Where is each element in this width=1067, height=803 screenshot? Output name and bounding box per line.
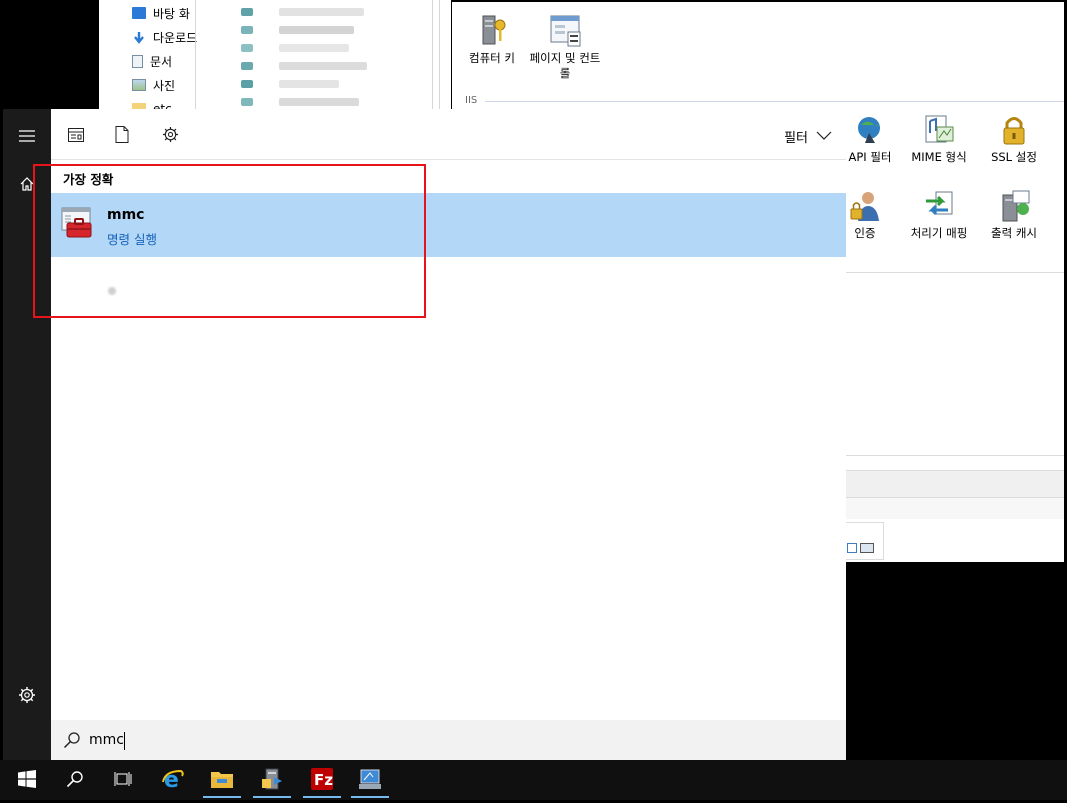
pane-divider <box>439 0 440 112</box>
nav-item-label: 바탕 화 <box>153 6 190 21</box>
obscured-file-icon <box>241 44 253 52</box>
feature-handler-mappings[interactable]: 처리기 매핑 <box>899 189 979 241</box>
search-input[interactable] <box>89 728 789 752</box>
document-icon <box>115 126 129 146</box>
feature-label: MIME 형식 <box>911 150 967 164</box>
task-view-button[interactable] <box>99 760 147 800</box>
isapi-filter-icon <box>853 113 887 147</box>
feature-label: 컴퓨터 키 <box>469 51 515 65</box>
obscured-file-name <box>279 80 339 88</box>
taskbar-server-manager[interactable] <box>248 760 296 800</box>
task-view-icon <box>114 771 132 790</box>
filter-dropdown[interactable]: 필터 <box>784 125 832 147</box>
content-view-icon[interactable] <box>860 543 874 553</box>
nav-item-desktop[interactable]: 바탕 화 <box>132 3 190 23</box>
feature-mime-types[interactable]: MIME 형식 <box>899 113 979 165</box>
search-icon <box>63 731 81 749</box>
chevron-down-icon <box>816 129 832 144</box>
feature-label: 출력 캐시 <box>991 226 1037 240</box>
windows-logo-icon <box>18 769 36 791</box>
feature-output-caching[interactable]: 출력 캐시 <box>974 189 1054 241</box>
handler-mappings-icon <box>922 189 956 223</box>
download-arrow-icon <box>132 31 146 44</box>
documents-scope-button[interactable] <box>111 125 133 147</box>
folder-icon <box>210 769 234 792</box>
annotation-highlight-box <box>33 164 426 318</box>
settings-button[interactable] <box>3 674 51 718</box>
active-indicator <box>253 796 291 798</box>
obscured-file-icon <box>241 8 253 16</box>
home-icon <box>20 176 34 194</box>
obscured-file-name <box>279 98 359 106</box>
start-button[interactable] <box>3 760 51 800</box>
results-header: 필터 <box>51 109 846 160</box>
mime-types-icon <box>922 113 956 147</box>
nav-item-downloads[interactable]: 다운로드 <box>132 27 197 47</box>
nav-item-label: 문서 <box>150 54 173 69</box>
group-label-iis: IIS <box>465 95 478 106</box>
settings-scope-button[interactable] <box>159 125 181 147</box>
authentication-icon <box>848 189 882 223</box>
taskbar: e Fz <box>0 760 1067 800</box>
group-divider <box>485 101 1064 102</box>
gear-icon <box>162 126 179 146</box>
active-indicator <box>351 796 389 798</box>
hamburger-icon <box>19 129 35 145</box>
obscured-file-name <box>279 44 349 52</box>
internet-explorer-icon: e <box>161 767 185 794</box>
feature-ssl-settings[interactable]: SSL 설정 <box>974 113 1054 165</box>
nav-item-label: 사진 <box>153 78 176 93</box>
taskbar-filezilla[interactable]: Fz <box>298 760 346 800</box>
taskbar-internet-explorer[interactable]: e <box>149 760 197 800</box>
nav-item-documents[interactable]: 문서 <box>132 51 172 71</box>
apps-scope-button[interactable] <box>65 125 87 147</box>
document-icon <box>132 54 143 68</box>
expand-menu-button[interactable] <box>3 115 51 159</box>
feature-machine-key[interactable]: 컴퓨터 키 <box>452 14 532 66</box>
details-view-icon[interactable] <box>847 543 857 553</box>
picture-icon <box>132 79 146 91</box>
text-caret <box>124 732 125 750</box>
taskbar-file-explorer[interactable] <box>198 760 246 800</box>
filter-label: 필터 <box>784 130 808 146</box>
nav-item-pictures[interactable]: 사진 <box>132 75 175 95</box>
obscured-file-name <box>279 62 367 70</box>
desktop-icon <box>132 7 146 19</box>
server-manager-icon <box>260 767 284 794</box>
taskbar-remote-desktop[interactable] <box>346 760 394 800</box>
feature-label: 페이지 및 컨트롤 <box>529 51 601 80</box>
pane-divider <box>195 0 196 112</box>
active-indicator <box>303 796 341 798</box>
obscured-file-name <box>279 26 354 34</box>
obscured-file-icon <box>241 62 253 70</box>
pages-controls-icon <box>548 14 582 48</box>
active-indicator <box>203 796 241 798</box>
filezilla-icon: Fz <box>310 767 334 794</box>
app-window-icon <box>68 127 84 145</box>
pane-divider <box>432 0 433 112</box>
obscured-file-name <box>279 8 364 16</box>
obscured-file-icon <box>241 80 253 88</box>
feature-pages-controls[interactable]: 페이지 및 컨트롤 <box>525 14 605 81</box>
feature-label: 처리기 매핑 <box>910 226 968 240</box>
taskbar-search-button[interactable] <box>51 760 99 800</box>
feature-label: SSL 설정 <box>991 150 1037 164</box>
ssl-lock-icon <box>997 113 1031 147</box>
obscured-file-icon <box>241 98 253 106</box>
svg-text:Fz: Fz <box>314 771 333 789</box>
remote-desktop-icon <box>358 767 382 794</box>
obscured-file-icon <box>241 26 253 34</box>
gear-icon <box>18 686 36 707</box>
search-icon <box>66 770 84 791</box>
search-box[interactable] <box>51 720 846 760</box>
view-switcher[interactable] <box>844 522 884 560</box>
file-explorer-window: 바탕 화 다운로드 문서 사진 etc <box>99 0 451 112</box>
output-cache-icon <box>997 189 1031 223</box>
machine-key-icon <box>475 14 509 48</box>
nav-item-label: 다운로드 <box>153 30 198 45</box>
